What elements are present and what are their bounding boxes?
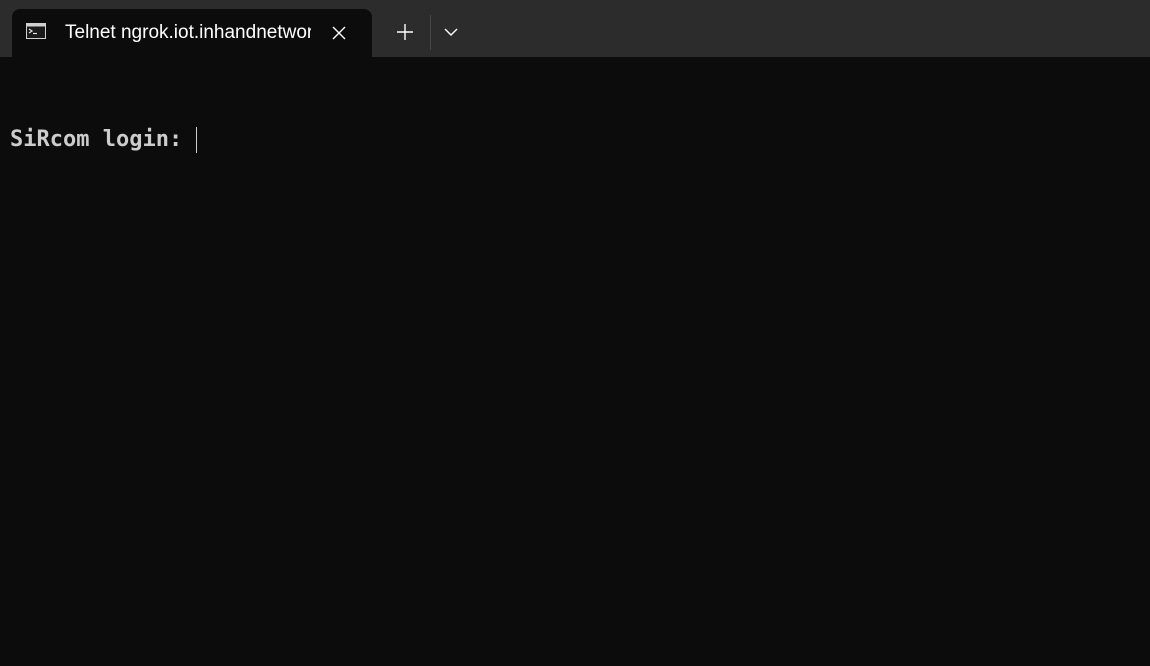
new-tab-button[interactable] — [385, 14, 425, 50]
plus-icon — [397, 24, 413, 40]
chevron-down-icon — [444, 28, 458, 36]
text-cursor — [196, 127, 198, 153]
terminal-output[interactable]: SiRcom login: — [0, 57, 1150, 666]
tab-title: Telnet ngrok.iot.inhandnetworks.com — [65, 22, 311, 43]
tab-telnet[interactable]: Telnet ngrok.iot.inhandnetworks.com — [12, 9, 372, 57]
login-prompt-line: SiRcom login: — [10, 126, 198, 154]
profile-dropdown-button[interactable] — [433, 14, 469, 50]
tab-divider — [430, 15, 431, 50]
login-prompt: SiRcom login: — [10, 127, 183, 152]
tab-bar: Telnet ngrok.iot.inhandnetworks.com — [0, 0, 1150, 57]
close-tab-button[interactable] — [328, 22, 350, 44]
close-icon — [332, 26, 346, 40]
terminal-window: Telnet ngrok.iot.inhandnetworks.com SiRc… — [0, 0, 1150, 666]
terminal-icon — [26, 23, 46, 39]
